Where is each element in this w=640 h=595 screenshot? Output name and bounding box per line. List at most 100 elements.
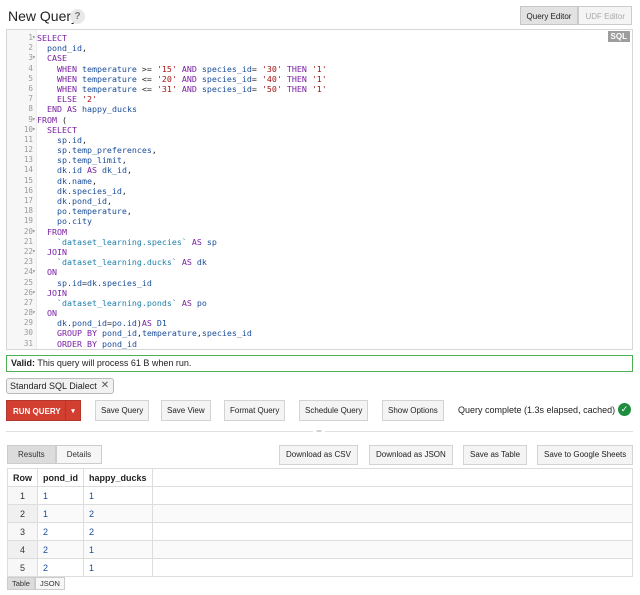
tab-udf-editor[interactable]: UDF Editor <box>578 6 632 25</box>
code-text[interactable]: JOIN <box>37 288 67 298</box>
line-number: 13 <box>23 155 33 165</box>
code-line[interactable]: 27 `dataset_learning.ponds` AS po <box>7 298 632 308</box>
code-text[interactable]: `dataset_learning.species` AS sp <box>37 237 217 247</box>
tab-query-editor[interactable]: Query Editor <box>519 6 579 25</box>
code-text[interactable]: po.city <box>37 216 92 226</box>
code-line[interactable]: 23 `dataset_learning.ducks` AS dk <box>7 257 632 267</box>
code-text[interactable]: WHEN temperature >= '15' AND species_id=… <box>37 64 327 74</box>
fold-arrow-icon[interactable]: ▾ <box>32 247 36 257</box>
code-line[interactable]: 29 dk.pond_id=po.id)AS D1 <box>7 318 632 328</box>
code-line[interactable]: 21 `dataset_learning.species` AS sp <box>7 237 632 247</box>
tab-details[interactable]: Details <box>55 445 103 464</box>
code-line[interactable]: 4 WHEN temperature >= '15' AND species_i… <box>7 64 632 74</box>
code-text[interactable]: ELSE '2' <box>37 94 97 104</box>
code-line[interactable]: 1 ▾ SELECT <box>7 33 632 43</box>
chevron-down-icon[interactable]: ▾ <box>65 401 80 420</box>
code-text[interactable]: dk.id AS dk_id, <box>37 165 132 175</box>
fold-arrow-icon[interactable]: ▾ <box>32 308 36 318</box>
schedule-query-button[interactable]: Schedule Query <box>299 400 369 421</box>
code-text[interactable]: sp.id, <box>37 135 87 145</box>
format-query-button[interactable]: Format Query <box>224 400 286 421</box>
code-text[interactable]: SELECT <box>37 125 77 135</box>
code-line[interactable]: 7 ELSE '2' <box>7 94 632 104</box>
code-line[interactable]: 22 ▾ JOIN <box>7 247 632 257</box>
save-query-button[interactable]: Save Query <box>95 400 150 421</box>
fold-arrow-icon[interactable]: ▾ <box>32 33 36 43</box>
pond-id-cell: 2 <box>37 522 84 541</box>
code-text[interactable]: sp.temp_limit, <box>37 155 127 165</box>
code-line[interactable]: 30 GROUP BY pond_id,temperature,species_… <box>7 328 632 338</box>
code-line[interactable]: 15 dk.name, <box>7 176 632 186</box>
code-text[interactable]: SELECT <box>37 33 67 43</box>
code-text[interactable]: CASE <box>37 53 67 63</box>
fold-arrow-icon[interactable]: ▾ <box>32 288 36 298</box>
code-text[interactable]: po.temperature, <box>37 206 132 216</box>
code-line[interactable]: 3 ▾ CASE <box>7 53 632 63</box>
code-text[interactable]: GROUP BY pond_id,temperature,species_id <box>37 328 252 338</box>
code-line[interactable]: 25 sp.id=dk.species_id <box>7 278 632 288</box>
code-line[interactable]: 26 ▾ JOIN <box>7 288 632 298</box>
save-as-table-button[interactable]: Save as Table <box>463 445 528 465</box>
code-text[interactable]: dk.pond_id, <box>37 196 112 206</box>
fold-arrow-icon[interactable]: ▾ <box>32 115 36 125</box>
code-line[interactable]: 14 dk.id AS dk_id, <box>7 165 632 175</box>
code-text[interactable]: dk.species_id, <box>37 186 127 196</box>
download-json-button[interactable]: Download as JSON <box>369 445 453 465</box>
code-text[interactable]: dk.pond_id=po.id)AS D1 <box>37 318 167 328</box>
code-line[interactable]: 19 po.city <box>7 216 632 226</box>
code-line[interactable]: 2 pond_id, <box>7 43 632 53</box>
code-line[interactable]: 17 dk.pond_id, <box>7 196 632 206</box>
code-text[interactable]: pond_id, <box>37 43 87 53</box>
code-line[interactable]: 16 dk.species_id, <box>7 186 632 196</box>
save-view-button[interactable]: Save View <box>161 400 211 421</box>
code-text[interactable]: FROM ( <box>37 115 67 125</box>
code-line[interactable]: 18 po.temperature, <box>7 206 632 216</box>
save-to-sheets-button[interactable]: Save to Google Sheets <box>537 445 634 465</box>
tab-results[interactable]: Results <box>7 445 56 464</box>
code-line[interactable]: 8 END AS happy_ducks <box>7 104 632 114</box>
fold-arrow-icon[interactable]: ▾ <box>32 267 36 277</box>
resize-handle-icon[interactable]: ═ <box>313 428 325 435</box>
code-text[interactable]: `dataset_learning.ponds` AS po <box>37 298 207 308</box>
code-line[interactable]: 20 ▾ FROM <box>7 227 632 237</box>
column-header-pond-id: pond_id <box>37 468 84 487</box>
fold-arrow-icon[interactable]: ▾ <box>32 125 36 135</box>
code-text[interactable]: WHEN temperature <= '31' AND species_id=… <box>37 84 327 94</box>
tab-table-view[interactable]: Table <box>7 577 35 590</box>
code-text[interactable]: ON <box>37 308 57 318</box>
fold-arrow-icon[interactable]: ▾ <box>32 227 36 237</box>
sql-editor[interactable]: 1 ▾ SELECT 2 pond_id, 3 ▾ CASE 4 WHEN temperat… <box>6 29 633 350</box>
code-line[interactable]: 9 ▾ FROM ( <box>7 115 632 125</box>
code-line[interactable]: 28 ▾ ON <box>7 308 632 318</box>
code-text[interactable]: FROM <box>37 227 67 237</box>
help-icon[interactable]: ? <box>70 9 85 24</box>
pond-id-cell: 1 <box>37 504 84 523</box>
code-line[interactable]: 31 ORDER BY pond_id <box>7 339 632 349</box>
code-line[interactable]: 6 WHEN temperature <= '31' AND species_i… <box>7 84 632 94</box>
code-text[interactable]: WHEN temperature <= '20' AND species_id=… <box>37 74 327 84</box>
code-line[interactable]: 10 ▾ SELECT <box>7 125 632 135</box>
code-line[interactable]: 24 ▾ ON <box>7 267 632 277</box>
code-line[interactable]: 12 sp.temp_preferences, <box>7 145 632 155</box>
code-text[interactable]: sp.temp_preferences, <box>37 145 157 155</box>
column-header-row: Row <box>7 468 38 487</box>
code-line[interactable]: 13 sp.temp_limit, <box>7 155 632 165</box>
tab-json-view[interactable]: JSON <box>34 577 65 590</box>
code-text[interactable]: JOIN <box>37 247 67 257</box>
download-csv-button[interactable]: Download as CSV <box>279 445 358 465</box>
code-text[interactable]: sp.id=dk.species_id <box>37 278 152 288</box>
code-line[interactable]: 11 sp.id, <box>7 135 632 145</box>
code-text[interactable]: dk.name, <box>37 176 97 186</box>
row-number-cell: 3 <box>7 522 38 541</box>
code-lines[interactable]: 1 ▾ SELECT 2 pond_id, 3 ▾ CASE 4 WHEN temperat… <box>7 33 632 349</box>
code-text[interactable]: ON <box>37 267 57 277</box>
run-query-button[interactable]: RUN QUERY ▾ <box>6 400 81 421</box>
close-icon[interactable]: ✕ <box>101 379 109 393</box>
fold-arrow-icon[interactable]: ▾ <box>32 53 36 63</box>
code-text[interactable]: ORDER BY pond_id <box>37 339 137 349</box>
line-number: 25 <box>23 277 33 287</box>
code-line[interactable]: 5 WHEN temperature <= '20' AND species_i… <box>7 74 632 84</box>
code-text[interactable]: `dataset_learning.ducks` AS dk <box>37 257 207 267</box>
show-options-button[interactable]: Show Options <box>382 400 444 421</box>
code-text[interactable]: END AS happy_ducks <box>37 104 137 114</box>
